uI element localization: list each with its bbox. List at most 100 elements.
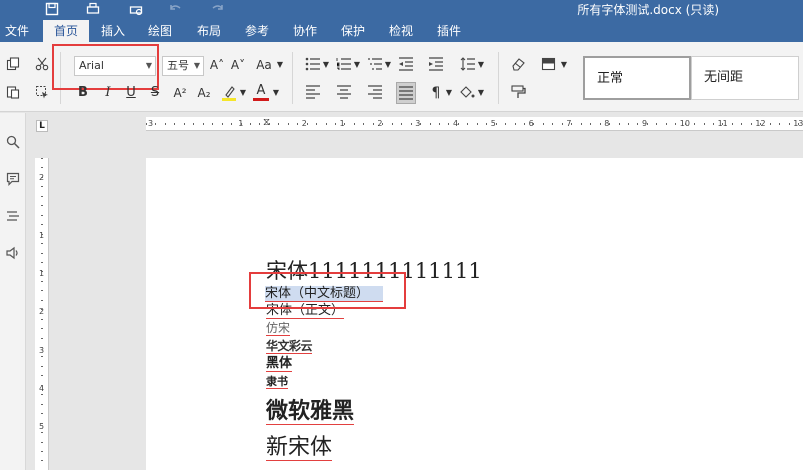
select-all-icon[interactable] (34, 85, 50, 103)
undo-icon[interactable] (166, 2, 184, 16)
ruler-tick (41, 299, 43, 301)
chevron-down-icon[interactable]: ▼ (383, 57, 393, 75)
title-bar: 所有字体测试.docx (只读) (0, 0, 803, 20)
print-preview-icon[interactable] (127, 2, 145, 16)
underline-button[interactable]: U (124, 85, 138, 103)
ruler-number: 4 (39, 384, 45, 393)
align-left-icon[interactable] (305, 85, 321, 103)
ruler-tick (561, 123, 563, 125)
document-page[interactable]: 宋体1111111111111 宋体（中文标题） 宋体（正文） 仿宋 华文彩云 … (146, 158, 803, 470)
tab-layout[interactable]: 布局 (192, 20, 226, 42)
print-icon[interactable] (84, 2, 102, 16)
ruler-tick (741, 123, 743, 125)
ruler-tick (41, 403, 43, 405)
strikethrough-button[interactable]: S (148, 85, 162, 103)
ruler-tick (665, 123, 667, 125)
annotation-box-font (52, 44, 159, 90)
ruler-tick (259, 123, 261, 125)
decrease-indent-icon[interactable] (398, 57, 414, 75)
ruler-tick (41, 186, 43, 188)
chevron-down-icon[interactable]: ▼ (444, 85, 454, 103)
chevron-down-icon[interactable]: ▼ (238, 85, 248, 103)
increase-indent-icon[interactable] (428, 57, 444, 75)
shading-icon[interactable] (459, 85, 475, 103)
cut-icon[interactable] (34, 57, 50, 75)
ruler-tick (533, 123, 535, 125)
chevron-down-icon[interactable]: ▼ (476, 85, 486, 103)
italic-button[interactable]: I (101, 85, 115, 103)
tab-stop-selector[interactable]: L (36, 120, 48, 132)
chevron-down-icon[interactable]: ▼ (476, 57, 486, 75)
chevron-down-icon[interactable]: ▼ (275, 57, 285, 75)
tab-draw[interactable]: 绘图 (143, 20, 177, 42)
tab-home[interactable]: 首页 (43, 20, 89, 42)
ruler-tick (41, 280, 43, 282)
ruler-tick (202, 123, 204, 125)
superscript-button[interactable]: A² (171, 85, 189, 103)
justify-icon[interactable] (396, 82, 416, 104)
redo-icon[interactable] (209, 2, 227, 16)
tab-collaborate[interactable]: 协作 (288, 20, 322, 42)
ruler-tick (542, 123, 544, 125)
doc-line-lishu: 隶书 (266, 375, 288, 389)
ruler-tick (41, 290, 43, 292)
tab-references[interactable]: 参考 (240, 20, 274, 42)
numbered-list-icon[interactable] (336, 57, 352, 75)
change-case-button[interactable]: Aa (253, 57, 275, 75)
horizontal-ruler[interactable]: ⧖ 3121234567891011121314 (146, 117, 803, 131)
ruler-tick (41, 205, 43, 207)
ruler-tick (552, 123, 554, 125)
style-normal[interactable]: 正常 (583, 56, 691, 100)
tab-view[interactable]: 检视 (384, 20, 418, 42)
ruler-tick (646, 123, 648, 125)
ruler-tick (514, 123, 516, 125)
line-spacing-icon[interactable] (460, 57, 476, 75)
ruler-tick (306, 123, 308, 125)
chevron-down-icon[interactable]: ▼ (321, 57, 331, 75)
chevron-down-icon[interactable]: ▼ (271, 85, 281, 103)
ruler-tick (684, 123, 686, 125)
subscript-button[interactable]: A₂ (195, 85, 213, 103)
speaker-icon[interactable] (4, 246, 22, 264)
ruler-tick (41, 214, 43, 216)
navigation-icon[interactable] (4, 209, 22, 227)
align-center-icon[interactable] (336, 85, 352, 103)
tab-insert[interactable]: 插入 (96, 20, 130, 42)
highlighter-icon[interactable] (220, 85, 238, 103)
copy-icon[interactable] (5, 57, 21, 75)
save-icon[interactable] (43, 2, 61, 16)
search-icon[interactable] (4, 135, 22, 153)
ruler-tick (41, 158, 43, 159)
fill-color-icon[interactable] (541, 57, 557, 75)
chevron-down-icon[interactable]: ▼ (559, 57, 569, 75)
shrink-font-button[interactable]: A˅ (230, 57, 246, 75)
ruler-number: 2 (39, 174, 44, 182)
comment-icon[interactable] (4, 172, 22, 190)
tab-protect[interactable]: 保护 (336, 20, 370, 42)
ruler-tick (183, 123, 185, 125)
ruler-tick (297, 123, 299, 125)
paragraph-marks-icon[interactable]: ¶ (429, 85, 443, 103)
align-right-icon[interactable] (367, 85, 383, 103)
chevron-down-icon: ▼ (193, 61, 200, 70)
chevron-down-icon[interactable]: ▼ (352, 57, 362, 75)
font-size-select[interactable]: 五号 ▼ (162, 56, 204, 76)
vertical-ruler[interactable]: 2112345 (35, 158, 49, 470)
bold-button[interactable]: B (76, 85, 90, 103)
font-color-button[interactable]: A (253, 83, 269, 101)
format-painter-icon[interactable] (510, 85, 526, 103)
ruler-tick (41, 328, 43, 330)
ruler-number: 3 (39, 346, 45, 355)
style-no-spacing[interactable]: 无间距 (691, 56, 799, 100)
tab-file[interactable]: 文件 (2, 20, 32, 42)
paste-icon[interactable] (5, 85, 21, 103)
multilevel-list-icon[interactable] (367, 57, 383, 75)
ruler-tick (618, 123, 620, 125)
clear-formatting-icon[interactable] (510, 57, 526, 75)
bullet-list-icon[interactable] (305, 57, 321, 75)
tab-plugins[interactable]: 插件 (432, 20, 466, 42)
ruler-tick (391, 123, 393, 125)
ruler-tick (41, 252, 43, 254)
grow-font-button[interactable]: A˄ (209, 57, 225, 75)
ruler-tick (240, 123, 242, 125)
